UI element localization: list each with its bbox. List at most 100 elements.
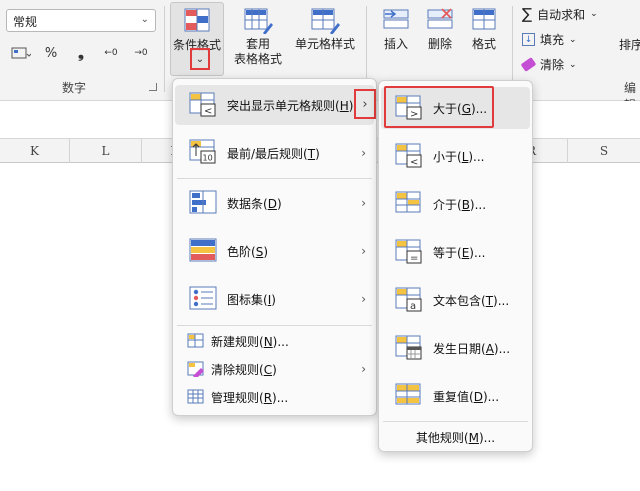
menu-item-new-rule[interactable]: 新建规则(N)... bbox=[175, 329, 374, 353]
clear-rules-icon bbox=[187, 361, 204, 377]
cell-style-button[interactable]: 单元格样式 bbox=[292, 2, 358, 52]
menu-item-clear-rules[interactable]: 清除规则(C) › bbox=[175, 357, 374, 381]
fill-label: 填充 bbox=[540, 33, 565, 47]
decrease-decimal-button[interactable]: →0 bbox=[130, 42, 152, 64]
top-bottom-rules-icon: 10 bbox=[189, 139, 216, 164]
between-icon bbox=[395, 191, 421, 213]
data-bars-label: 数据条(D) bbox=[227, 196, 282, 211]
insert-cells-icon bbox=[381, 6, 411, 34]
autosum-button[interactable]: ∑ 自动求和 ⌄ bbox=[522, 5, 598, 23]
chevron-down-icon: ⌄ bbox=[569, 34, 577, 45]
percent-button[interactable]: % bbox=[40, 42, 62, 64]
number-format-select[interactable]: 常规 ⌄ bbox=[6, 9, 156, 32]
menu-item-highlight-rules[interactable]: < 突出显示单元格规则(H) bbox=[175, 85, 374, 125]
menu-divider bbox=[383, 421, 528, 422]
chevron-right-icon: › bbox=[361, 292, 366, 306]
menu-item-icon-sets[interactable]: 图标集(I) › bbox=[175, 279, 374, 319]
menu-item-top-bottom-rules[interactable]: 10 最前/最后规则(T) › bbox=[175, 133, 374, 173]
comma-style-button[interactable]: ❟ bbox=[70, 42, 92, 64]
delete-cells-icon bbox=[425, 6, 455, 34]
equal-to-label: 等于(E)... bbox=[433, 245, 486, 260]
increase-decimal-icon: ←0 bbox=[104, 47, 118, 58]
cell-style-label: 单元格样式 bbox=[294, 37, 355, 51]
svg-text:a: a bbox=[410, 301, 416, 312]
table-format-button[interactable]: 套用 表格格式 bbox=[228, 2, 288, 67]
insert-label: 插入 bbox=[383, 37, 408, 51]
chevron-right-icon: › bbox=[361, 196, 366, 210]
text-contains-icon: a bbox=[395, 287, 422, 312]
svg-text:=: = bbox=[410, 253, 418, 264]
submenu-item-duplicate-values[interactable]: 重复值(D)... bbox=[381, 375, 530, 417]
sort-button[interactable]: 排序 bbox=[616, 38, 640, 53]
highlight-rules-icon: < bbox=[189, 92, 216, 117]
column-header[interactable]: L bbox=[70, 139, 142, 163]
format-button[interactable]: 格式 bbox=[464, 2, 504, 52]
delete-button[interactable]: 删除 bbox=[420, 2, 460, 52]
increase-decimal-button[interactable]: ←0 bbox=[100, 42, 122, 64]
fill-button[interactable]: ↓ 填充 ⌄ bbox=[522, 31, 577, 48]
percent-symbol: % bbox=[44, 45, 58, 61]
number-format-buttons: % ❟ ←0 →0 bbox=[10, 42, 152, 64]
chevron-right-icon: › bbox=[362, 96, 368, 112]
submenu-item-equal-to[interactable]: = 等于(E)... bbox=[381, 231, 530, 273]
chevron-right-icon: › bbox=[361, 146, 366, 160]
submenu-item-date-occurring[interactable]: 发生日期(A)... bbox=[381, 327, 530, 369]
highlight-rules-label: 突出显示单元格规则(H) bbox=[227, 98, 354, 113]
duplicate-values-label: 重复值(D)... bbox=[433, 389, 500, 404]
table-format-label-2: 表格格式 bbox=[233, 52, 282, 66]
chevron-down-icon: ⌄ bbox=[569, 59, 577, 70]
delete-label: 删除 bbox=[427, 37, 452, 51]
group-divider bbox=[164, 6, 165, 92]
date-occurring-label: 发生日期(A)... bbox=[433, 341, 511, 356]
chevron-right-icon: › bbox=[361, 362, 366, 376]
menu-divider bbox=[177, 325, 372, 326]
manage-rules-label: 管理规则(R)... bbox=[211, 390, 289, 405]
submenu-item-between[interactable]: 介于(B)... bbox=[381, 183, 530, 225]
color-scales-label: 色阶(S) bbox=[227, 244, 268, 259]
less-than-icon: < bbox=[395, 143, 422, 168]
menu-item-manage-rules[interactable]: 管理规则(R)... bbox=[175, 385, 374, 409]
clear-label: 清除 bbox=[540, 58, 565, 72]
chevron-right-icon: › bbox=[361, 244, 366, 258]
more-rules-label: 其他规则(M)... bbox=[415, 430, 496, 445]
icon-sets-icon bbox=[189, 286, 217, 310]
date-occurring-icon bbox=[395, 335, 422, 360]
new-rule-icon bbox=[187, 333, 204, 348]
menu-item-color-scales[interactable]: 色阶(S) › bbox=[175, 231, 374, 271]
between-label: 介于(B)... bbox=[433, 197, 487, 212]
chevron-down-icon: ⌄ bbox=[195, 53, 205, 65]
number-group-label: 数字 bbox=[62, 81, 87, 95]
highlight-rules-submenu-arrow[interactable]: › bbox=[354, 89, 376, 119]
submenu-item-text-contains[interactable]: a 文本包含(T)... bbox=[381, 279, 530, 321]
menu-item-data-bars[interactable]: 数据条(D) › bbox=[175, 183, 374, 223]
annotation-highlight-box bbox=[384, 86, 494, 128]
fill-down-icon: ↓ bbox=[522, 33, 535, 46]
top-bottom-rules-label: 最前/最后规则(T) bbox=[227, 146, 320, 161]
highlight-rules-submenu: > 大于(G)... < 小于(L)... 介于(B)... = 等于(E)..… bbox=[378, 80, 533, 452]
currency-format-button[interactable] bbox=[10, 42, 32, 64]
submenu-item-less-than[interactable]: < 小于(L)... bbox=[381, 135, 530, 177]
menu-divider bbox=[177, 178, 372, 179]
column-header[interactable]: K bbox=[0, 139, 70, 163]
new-rule-label: 新建规则(N)... bbox=[211, 334, 289, 349]
currency-icon bbox=[11, 47, 31, 59]
table-format-icon bbox=[243, 6, 273, 35]
submenu-item-more-rules[interactable]: 其他规则(M)... bbox=[381, 425, 530, 449]
equal-to-icon: = bbox=[395, 239, 422, 264]
decrease-decimal-icon: →0 bbox=[134, 47, 148, 58]
dialog-launcher-icon[interactable] bbox=[149, 83, 157, 91]
conditional-format-icon bbox=[182, 7, 212, 35]
autosum-label: 自动求和 bbox=[537, 7, 586, 22]
sigma-icon: ∑ bbox=[522, 5, 533, 23]
duplicate-values-icon bbox=[395, 383, 421, 405]
color-scales-icon bbox=[189, 238, 217, 262]
column-header[interactable]: S bbox=[568, 139, 640, 163]
insert-button[interactable]: 插入 bbox=[376, 2, 416, 52]
data-bars-icon bbox=[189, 190, 217, 214]
clear-button[interactable]: 清除 ⌄ bbox=[520, 56, 577, 73]
format-label: 格式 bbox=[471, 37, 496, 51]
svg-text:<: < bbox=[204, 106, 212, 117]
svg-text:10: 10 bbox=[203, 154, 213, 163]
conditional-format-dropdown[interactable]: ⌄ bbox=[190, 48, 210, 70]
eraser-icon bbox=[520, 57, 537, 72]
